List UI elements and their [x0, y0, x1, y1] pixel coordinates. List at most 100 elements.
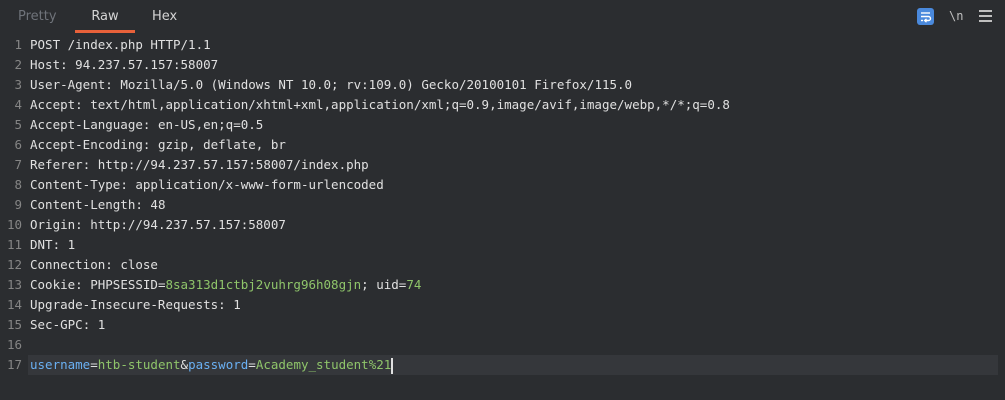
- tab-pretty[interactable]: Pretty: [18, 0, 57, 33]
- editor-line[interactable]: 1 POST /index.php HTTP/1.1: [0, 35, 1005, 55]
- line-number: 11: [6, 237, 22, 252]
- tab-hex[interactable]: Hex: [152, 0, 177, 33]
- header-value: 1: [97, 317, 106, 332]
- header-value: 1: [233, 297, 241, 312]
- header-separator: :: [142, 117, 158, 132]
- header-name: Host: [30, 57, 61, 72]
- line-content[interactable]: Accept-Language: en-US,en;q=0.5: [28, 115, 998, 135]
- line-number: 12: [6, 257, 22, 272]
- editor-line[interactable]: 4 Accept: text/html,application/xhtml+xml…: [0, 95, 1005, 115]
- line-number: 14: [6, 297, 22, 312]
- line-content[interactable]: Cookie: PHPSESSID=8sa313d1ctbj2vuhrg96h0…: [28, 275, 998, 295]
- line-content[interactable]: Sec-GPC: 1: [28, 315, 998, 335]
- line-content[interactable]: [28, 335, 998, 355]
- line-number: 16: [6, 337, 22, 352]
- header-value: 48: [150, 197, 166, 212]
- param-name: username: [30, 357, 91, 372]
- editor-line[interactable]: 6 Accept-Encoding: gzip, deflate, br: [0, 135, 1005, 155]
- editor-line[interactable]: 17 username=htb-student&password=Academy_…: [0, 355, 1005, 375]
- header-value: 94.237.57.157:58007: [75, 57, 219, 72]
- editor-line[interactable]: 11 DNT: 1: [0, 235, 1005, 255]
- editor-line[interactable]: 16: [0, 335, 1005, 355]
- line-content[interactable]: Origin: http://94.237.57.157:58007: [28, 215, 998, 235]
- cookie-separator: ;: [361, 277, 377, 292]
- editor-line[interactable]: 10 Origin: http://94.237.57.157:58007: [0, 215, 1005, 235]
- param-separator: &: [180, 357, 189, 372]
- line-number: 9: [14, 197, 22, 212]
- line-content[interactable]: POST /index.php HTTP/1.1: [28, 35, 998, 55]
- header-name: Cookie: [30, 277, 76, 292]
- param-equals: =: [90, 357, 98, 372]
- line-content[interactable]: Accept-Encoding: gzip, deflate, br: [28, 135, 998, 155]
- header-value: gzip, deflate, br: [157, 137, 286, 152]
- cookie-name: uid: [376, 277, 399, 292]
- header-separator: :: [75, 97, 91, 112]
- header-name: Accept: [30, 97, 76, 112]
- wrap-lines-icon: [921, 12, 932, 23]
- editor-line[interactable]: 15 Sec-GPC: 1: [0, 315, 1005, 335]
- header-name: User-Agent: [30, 77, 106, 92]
- line-content[interactable]: Connection: close: [28, 255, 998, 275]
- line-content[interactable]: Content-Type: application/x-www-form-url…: [28, 175, 998, 195]
- tab-raw[interactable]: Raw: [75, 0, 135, 33]
- editor-line[interactable]: 12 Connection: close: [0, 255, 1005, 275]
- line-content[interactable]: username=htb-student&password=Academy_st…: [28, 355, 998, 375]
- line-content[interactable]: Host: 94.237.57.157:58007: [28, 55, 998, 75]
- header-name: Accept-Encoding: [30, 137, 143, 152]
- header-name: Origin: [30, 217, 76, 232]
- header-value: en-US,en;q=0.5: [157, 117, 264, 132]
- editor-line[interactable]: 9 Content-Length: 48: [0, 195, 1005, 215]
- header-name: Connection: [30, 257, 106, 272]
- header-separator: :: [105, 257, 121, 272]
- header-separator: :: [60, 57, 76, 72]
- header-separator: :: [105, 77, 121, 92]
- header-value: http://94.237.57.157:58007/index.php: [97, 157, 369, 172]
- header-separator: :: [52, 237, 68, 252]
- header-separator: :: [218, 297, 234, 312]
- header-value: 1: [67, 237, 76, 252]
- line-content[interactable]: Accept: text/html,application/xhtml+xml,…: [28, 95, 998, 115]
- editor-line[interactable]: 13 Cookie: PHPSESSID=8sa313d1ctbj2vuhrg96…: [0, 275, 1005, 295]
- line-number: 13: [6, 277, 22, 292]
- editor-line[interactable]: 3 User-Agent: Mozilla/5.0 (Windows NT 10.…: [0, 75, 1005, 95]
- header-name: Upgrade-Insecure-Requests: [30, 297, 219, 312]
- param-value: Academy_student%21: [255, 357, 392, 372]
- cookie-value: 74: [406, 277, 422, 292]
- line-content[interactable]: User-Agent: Mozilla/5.0 (Windows NT 10.0…: [28, 75, 998, 95]
- header-separator: :: [82, 317, 98, 332]
- text-cursor: [391, 357, 393, 374]
- header-separator: :: [120, 177, 136, 192]
- message-view-tabbar: Pretty Raw Hex \n: [0, 0, 1005, 33]
- editor-line[interactable]: 5 Accept-Language: en-US,en;q=0.5: [0, 115, 1005, 135]
- line-number: 15: [6, 317, 22, 332]
- cookie-value: 8sa313d1ctbj2vuhrg96h08gjn: [165, 277, 362, 292]
- line-number: 17: [6, 357, 22, 372]
- line-content[interactable]: Upgrade-Insecure-Requests: 1: [28, 295, 998, 315]
- line-content[interactable]: Referer: http://94.237.57.157:58007/inde…: [28, 155, 998, 175]
- header-name: Referer: [30, 157, 83, 172]
- editor-line[interactable]: 2 Host: 94.237.57.157:58007: [0, 55, 1005, 75]
- header-value: text/html,application/xhtml+xml,applicat…: [90, 97, 730, 112]
- editor-line[interactable]: 7 Referer: http://94.237.57.157:58007/ind…: [0, 155, 1005, 175]
- header-value: Mozilla/5.0 (Windows NT 10.0; rv:109.0) …: [120, 77, 633, 92]
- raw-request-editor[interactable]: 1 POST /index.php HTTP/1.1 2 Host: 94.237.5…: [0, 33, 1005, 400]
- menu-button[interactable]: [979, 10, 992, 22]
- line-content[interactable]: Content-Length: 48: [28, 195, 998, 215]
- wrap-lines-button[interactable]: [917, 8, 934, 25]
- request-line: POST /index.php HTTP/1.1: [30, 37, 211, 52]
- editor-line[interactable]: 14 Upgrade-Insecure-Requests: 1: [0, 295, 1005, 315]
- show-newlines-button[interactable]: \n: [949, 6, 963, 26]
- header-name: Sec-GPC: [30, 317, 83, 332]
- param-equals: =: [248, 357, 256, 372]
- header-separator: :: [82, 157, 98, 172]
- header-separator: :: [75, 217, 91, 232]
- line-number: 8: [14, 177, 22, 192]
- editor-line[interactable]: 8 Content-Type: application/x-www-form-ur…: [0, 175, 1005, 195]
- line-number: 5: [14, 117, 22, 132]
- header-value: application/x-www-form-urlencoded: [135, 177, 384, 192]
- header-separator: :: [135, 197, 151, 212]
- cookie-name: PHPSESSID: [90, 277, 158, 292]
- line-number: 6: [14, 137, 22, 152]
- header-separator: :: [142, 137, 158, 152]
- line-content[interactable]: DNT: 1: [28, 235, 998, 255]
